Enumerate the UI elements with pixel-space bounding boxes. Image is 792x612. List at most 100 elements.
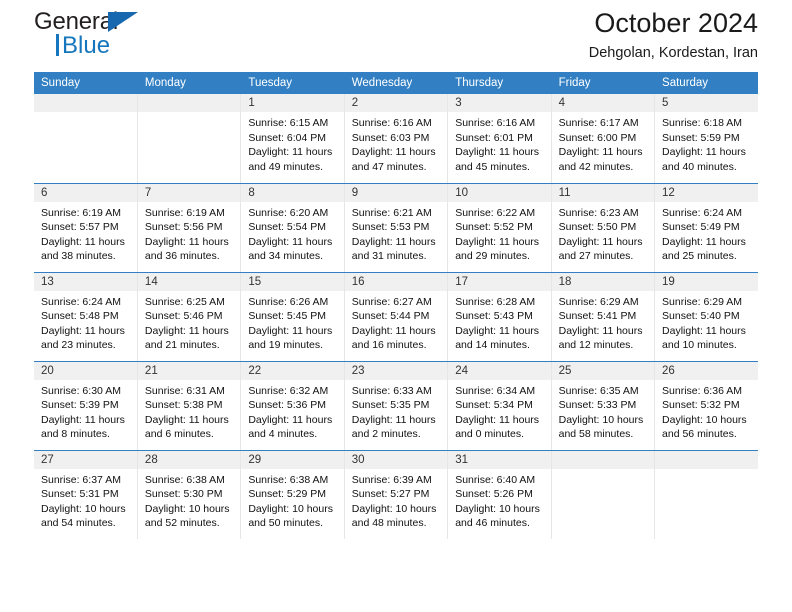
day-details: Sunrise: 6:30 AM Sunset: 5:39 PM Daylight:… [34,380,137,442]
calendar-day-cell[interactable]: 28 Sunrise: 6:38 AM Sunset: 5:30 PM Dayligh… [137,450,242,539]
sunrise-text: Sunrise: 6:16 AM [455,117,536,129]
day-number: 12 [655,183,758,202]
day-number: 14 [137,272,241,291]
sunrise-text: Sunrise: 6:19 AM [144,206,225,219]
daylight-text-cont: and 54 minutes. [41,517,116,530]
daylight-text-cont: and 21 minutes. [144,339,220,352]
daylight-text-cont: and 10 minutes. [662,339,737,352]
calendar-day-cell[interactable]: 16 Sunrise: 6:27 AM Sunset: 5:44 PM Dayligh… [344,272,449,362]
sunrise-text: Sunrise: 6:26 AM [248,295,329,308]
calendar-day-cell[interactable]: 22 Sunrise: 6:32 AM Sunset: 5:36 PM Dayligh… [240,361,345,451]
calendar-day-cell-empty [655,450,758,539]
day-details: Sunrise: 6:19 AM Sunset: 5:57 PM Daylight:… [34,202,137,264]
calendar-day-cell[interactable]: 29 Sunrise: 6:38 AM Sunset: 5:29 PM Dayligh… [240,450,345,539]
daylight-text: Daylight: 11 hours [41,324,125,337]
calendar-day-cell[interactable]: 13 Sunrise: 6:24 AM Sunset: 5:48 PM Dayligh… [34,272,138,362]
day-number: 25 [551,361,655,380]
day-number: 28 [137,450,241,469]
sunset-text: Sunset: 5:39 PM [41,399,119,412]
day-number: 15 [241,272,344,291]
calendar-body: 1 Sunrise: 6:15 AM Sunset: 6:04 PM Daylight… [34,94,758,539]
day-details: Sunrise: 6:22 AM Sunset: 5:52 PM Daylight:… [448,202,550,264]
daylight-text: Daylight: 11 hours [144,324,229,337]
sunrise-text: Sunrise: 6:20 AM [248,206,329,219]
day-number: 13 [34,272,137,291]
calendar-day-cell[interactable]: 23 Sunrise: 6:33 AM Sunset: 5:35 PM Dayligh… [344,361,449,451]
daylight-text: Daylight: 11 hours [41,413,125,426]
sunrise-text: Sunrise: 6:23 AM [558,206,639,219]
calendar-day-cell[interactable]: 9 Sunrise: 6:21 AM Sunset: 5:53 PM Daylight… [344,183,449,273]
calendar-day-cell[interactable]: 17 Sunrise: 6:28 AM Sunset: 5:43 PM Dayligh… [447,272,552,362]
day-details: Sunrise: 6:40 AM Sunset: 5:26 PM Daylight:… [448,469,550,531]
calendar-day-cell[interactable]: 12 Sunrise: 6:24 AM Sunset: 5:49 PM Dayligh… [654,183,758,273]
day-details: Sunrise: 6:24 AM Sunset: 5:49 PM Daylight:… [655,202,758,264]
day-details [655,469,758,473]
daylight-text-cont: and 19 minutes. [248,339,324,352]
daylight-text-cont: and 58 minutes. [558,428,634,441]
daylight-text-cont: and 45 minutes. [455,160,530,173]
day-number: 18 [551,272,655,291]
calendar-day-cell[interactable]: 1 Sunrise: 6:15 AM Sunset: 6:04 PM Daylight… [240,94,345,184]
calendar-day-cell[interactable]: 2 Sunrise: 6:16 AM Sunset: 6:03 PM Daylight… [344,94,449,184]
day-details: Sunrise: 6:33 AM Sunset: 5:35 PM Daylight:… [345,380,447,442]
calendar-day-cell[interactable]: 11 Sunrise: 6:23 AM Sunset: 5:50 PM Dayligh… [551,183,656,273]
daylight-text: Daylight: 11 hours [662,324,746,337]
sunrise-text: Sunrise: 6:31 AM [144,384,225,397]
day-number: 20 [34,361,137,380]
daylight-text: Daylight: 11 hours [351,413,436,426]
daylight-text-cont: and 56 minutes. [662,428,737,441]
daylight-text: Daylight: 11 hours [455,413,540,426]
calendar-day-cell[interactable]: 14 Sunrise: 6:25 AM Sunset: 5:46 PM Dayligh… [137,272,242,362]
calendar-day-cell[interactable]: 4 Sunrise: 6:17 AM Sunset: 6:00 PM Daylight… [551,94,656,184]
day-number: 6 [34,183,137,202]
sunset-text: Sunset: 6:04 PM [248,131,326,144]
day-details: Sunrise: 6:18 AM Sunset: 5:59 PM Daylight:… [655,112,758,174]
calendar-day-cell[interactable]: 26 Sunrise: 6:36 AM Sunset: 5:32 PM Dayligh… [654,361,758,451]
day-number: 22 [241,361,344,380]
calendar-day-cell[interactable]: 7 Sunrise: 6:19 AM Sunset: 5:56 PM Daylight… [137,183,242,273]
calendar-day-cell[interactable]: 20 Sunrise: 6:30 AM Sunset: 5:39 PM Dayligh… [34,361,138,451]
calendar-week-row: 13 Sunrise: 6:24 AM Sunset: 5:48 PM Dayligh… [34,272,758,362]
calendar-day-cell[interactable]: 24 Sunrise: 6:34 AM Sunset: 5:34 PM Dayligh… [447,361,552,451]
sunrise-text: Sunrise: 6:35 AM [558,384,639,397]
calendar-day-cell[interactable]: 8 Sunrise: 6:20 AM Sunset: 5:54 PM Daylight… [240,183,345,273]
calendar-day-cell[interactable]: 31 Sunrise: 6:40 AM Sunset: 5:26 PM Dayligh… [447,450,552,539]
weekday-header-monday: Monday [137,72,242,94]
day-number [655,450,758,469]
day-number: 4 [551,94,655,112]
calendar-week-row: 27 Sunrise: 6:37 AM Sunset: 5:31 PM Dayligh… [34,450,758,539]
daylight-text: Daylight: 10 hours [662,413,747,426]
calendar-day-cell-empty [137,94,242,184]
calendar-day-cell[interactable]: 3 Sunrise: 6:16 AM Sunset: 6:01 PM Daylight… [447,94,552,184]
day-details: Sunrise: 6:27 AM Sunset: 5:44 PM Daylight:… [345,291,447,353]
logo-line-general: General [34,8,214,36]
daylight-text: Daylight: 11 hours [351,235,436,248]
sunset-text: Sunset: 5:32 PM [662,399,740,412]
day-details: Sunrise: 6:32 AM Sunset: 5:36 PM Daylight:… [241,380,343,442]
general-blue-logo: General Blue [34,8,214,64]
day-details: Sunrise: 6:24 AM Sunset: 5:48 PM Daylight:… [34,291,137,353]
calendar-day-cell[interactable]: 27 Sunrise: 6:37 AM Sunset: 5:31 PM Dayligh… [34,450,138,539]
day-number: 17 [448,272,551,291]
calendar-day-cell[interactable]: 6 Sunrise: 6:19 AM Sunset: 5:57 PM Daylight… [34,183,138,273]
calendar-day-cell[interactable]: 15 Sunrise: 6:26 AM Sunset: 5:45 PM Dayligh… [240,272,345,362]
day-number: 1 [241,94,344,112]
calendar-day-cell[interactable]: 10 Sunrise: 6:22 AM Sunset: 5:52 PM Dayligh… [447,183,552,273]
sunset-text: Sunset: 5:59 PM [662,131,740,144]
calendar-day-cell[interactable]: 5 Sunrise: 6:18 AM Sunset: 5:59 PM Daylight… [654,94,758,184]
sunset-text: Sunset: 6:03 PM [351,131,430,144]
daylight-text-cont: and 52 minutes. [144,517,220,530]
day-details: Sunrise: 6:23 AM Sunset: 5:50 PM Daylight:… [552,202,654,264]
day-details: Sunrise: 6:20 AM Sunset: 5:54 PM Daylight:… [241,202,343,264]
calendar-day-cell[interactable]: 25 Sunrise: 6:35 AM Sunset: 5:33 PM Dayligh… [551,361,656,451]
daylight-text: Daylight: 10 hours [144,502,230,515]
day-number: 30 [344,450,448,469]
sunset-text: Sunset: 5:30 PM [144,488,223,501]
calendar-day-cell[interactable]: 30 Sunrise: 6:39 AM Sunset: 5:27 PM Dayligh… [344,450,449,539]
day-details [138,112,240,116]
calendar-day-cell[interactable]: 18 Sunrise: 6:29 AM Sunset: 5:41 PM Dayligh… [551,272,656,362]
calendar-day-cell[interactable]: 19 Sunrise: 6:29 AM Sunset: 5:40 PM Dayligh… [654,272,758,362]
calendar-week-row: 6 Sunrise: 6:19 AM Sunset: 5:57 PM Daylight… [34,183,758,273]
calendar-day-cell[interactable]: 21 Sunrise: 6:31 AM Sunset: 5:38 PM Dayligh… [137,361,242,451]
sunset-text: Sunset: 5:49 PM [662,221,740,234]
